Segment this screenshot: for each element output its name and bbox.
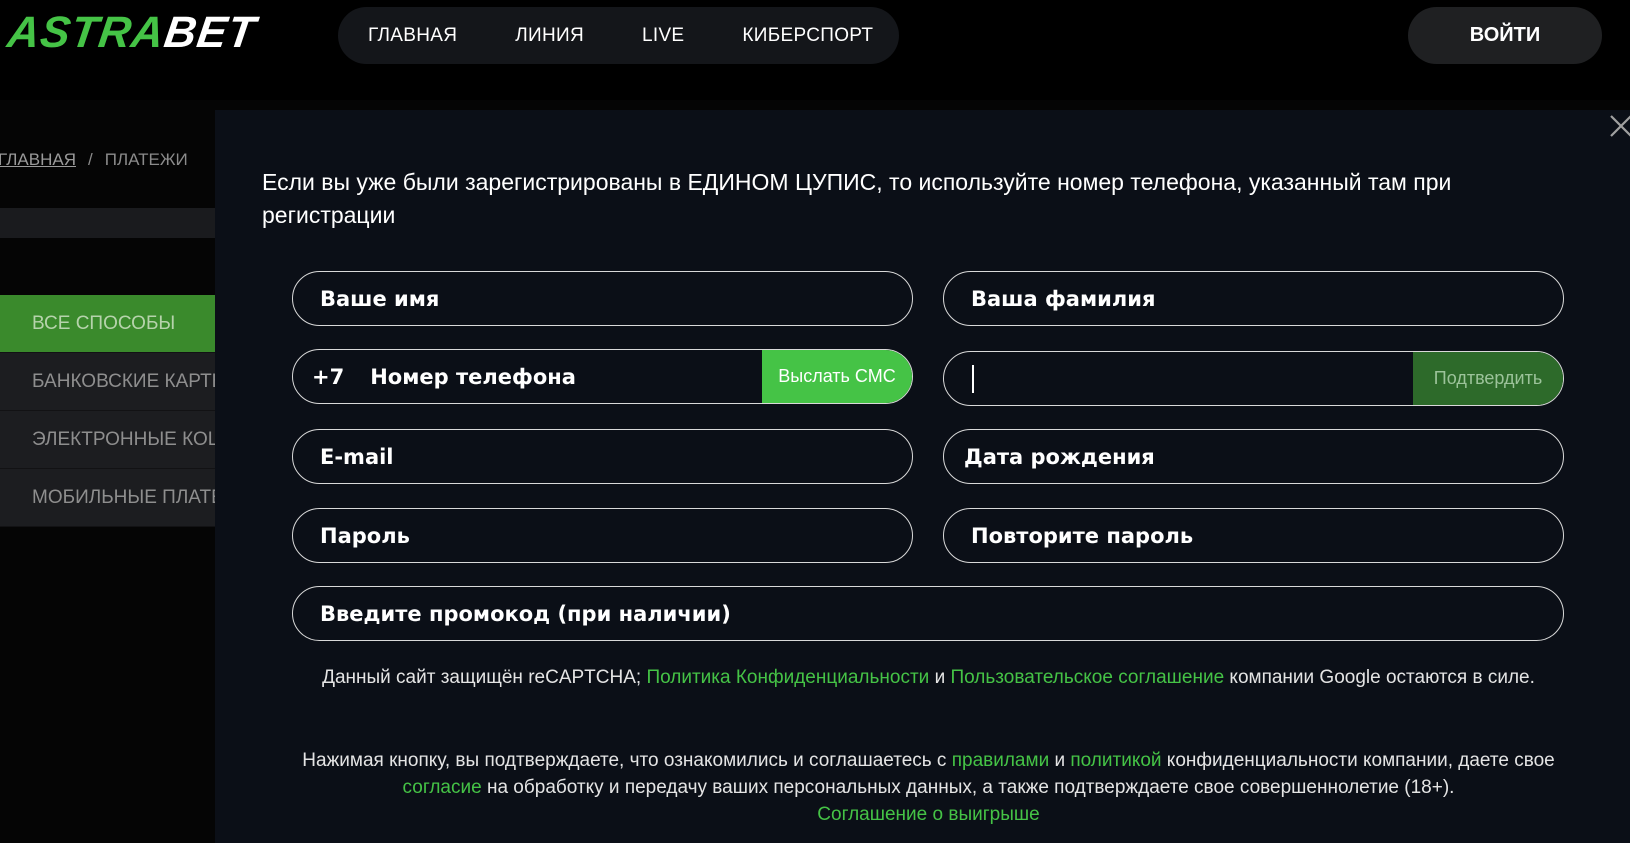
breadcrumb-separator: /	[87, 150, 93, 169]
first-name-input[interactable]: Ваше имя	[292, 271, 913, 326]
nav-item-line[interactable]: ЛИНИЯ	[515, 25, 584, 47]
birth-date-input[interactable]: Дата рождения	[943, 429, 1564, 484]
promo-code-input[interactable]: Введите промокод (при наличии)	[292, 586, 1564, 641]
logo-part-bet: BET	[161, 8, 260, 57]
last-name-input[interactable]: Ваша фамилия	[943, 271, 1564, 326]
rules-link[interactable]: правилами	[952, 750, 1049, 771]
close-icon[interactable]	[1608, 113, 1630, 139]
send-sms-button[interactable]: Выслать СМС	[762, 350, 912, 403]
login-button[interactable]: ВОЙТИ	[1408, 7, 1602, 64]
last-name-placeholder: Ваша фамилия	[971, 286, 1156, 311]
recaptcha-text-2: компании Google остаются в силе.	[1224, 667, 1535, 688]
phone-placeholder: Номер телефона	[370, 364, 576, 389]
top-bar: ASTRABET ГЛАВНАЯ ЛИНИЯ LIVE КИБЕРСПОРТ В…	[0, 0, 1630, 100]
consent-link[interactable]: согласие	[403, 777, 482, 798]
sidebar-item-e-wallets[interactable]: ЭЛЕКТРОННЫЕ КОШЕЛЬКИ	[0, 411, 215, 469]
confirm-button[interactable]: Подтвердить	[1413, 352, 1563, 405]
privacy-policy-link[interactable]: Политика Конфиденциальности	[646, 667, 929, 688]
recaptcha-and: и	[929, 667, 951, 688]
sms-code-input[interactable]: Подтвердить	[943, 351, 1564, 406]
breadcrumb: ГЛАВНАЯ / ПЛАТЕЖИ	[0, 150, 188, 170]
repeat-password-input[interactable]: Повторите пароль	[943, 508, 1564, 563]
password-placeholder: Пароль	[320, 523, 410, 548]
breadcrumb-current: ПЛАТЕЖИ	[104, 150, 188, 169]
breadcrumb-home-link[interactable]: ГЛАВНАЯ	[0, 150, 76, 169]
sidebar-item-mobile-payments[interactable]: МОБИЛЬНЫЕ ПЛАТЕЖИ	[0, 469, 215, 527]
modal-heading: Если вы уже были зарегистрированы в ЕДИН…	[262, 169, 1452, 228]
phone-input[interactable]: +7 Номер телефона Выслать СМС	[292, 349, 913, 404]
email-placeholder: E-mail	[320, 444, 394, 469]
winnings-agreement-link[interactable]: Соглашение о выигрыше	[817, 804, 1039, 825]
payment-methods-menu: ВСЕ СПОСОБЫ БАНКОВСКИЕ КАРТЫ ЭЛЕКТРОННЫЕ…	[0, 295, 215, 527]
consent-text-1: Нажимая кнопку, вы подтверждаете, что оз…	[302, 750, 952, 771]
nav-item-live[interactable]: LIVE	[642, 25, 684, 47]
text-caret	[972, 364, 974, 393]
sidebar-item-bank-cards[interactable]: БАНКОВСКИЕ КАРТЫ	[0, 353, 215, 411]
repeat-password-placeholder: Повторите пароль	[971, 523, 1194, 548]
nav-item-main[interactable]: ГЛАВНАЯ	[368, 25, 457, 47]
consent-notice: Нажимая кнопку, вы подтверждаете, что оз…	[292, 747, 1565, 828]
terms-link[interactable]: Пользовательское соглашение	[950, 667, 1224, 688]
nav-item-esports[interactable]: КИБЕРСПОРТ	[742, 25, 873, 47]
promo-code-placeholder: Введите промокод (при наличии)	[320, 601, 731, 626]
recaptcha-text-1: Данный сайт защищён reCAPTCHA;	[322, 667, 647, 688]
policy-link[interactable]: политикой	[1070, 750, 1161, 771]
recaptcha-notice: Данный сайт защищён reCAPTCHA; Политика …	[292, 664, 1565, 691]
logo[interactable]: ASTRABET	[4, 8, 259, 58]
email-input[interactable]: E-mail	[292, 429, 913, 484]
search-strip	[0, 208, 215, 238]
phone-prefix: +7	[312, 364, 345, 389]
consent-text-3: на обработку и передачу ваших персональн…	[481, 777, 1455, 798]
first-name-placeholder: Ваше имя	[320, 286, 440, 311]
sidebar-item-all-methods[interactable]: ВСЕ СПОСОБЫ	[0, 295, 215, 353]
main-nav: ГЛАВНАЯ ЛИНИЯ LIVE КИБЕРСПОРТ	[338, 7, 899, 64]
logo-part-astra: ASTRA	[4, 8, 169, 57]
consent-and: и	[1049, 750, 1071, 771]
consent-text-2: конфиденциальности компании, даете свое	[1161, 750, 1555, 771]
birth-date-placeholder: Дата рождения	[964, 444, 1155, 469]
password-input[interactable]: Пароль	[292, 508, 913, 563]
